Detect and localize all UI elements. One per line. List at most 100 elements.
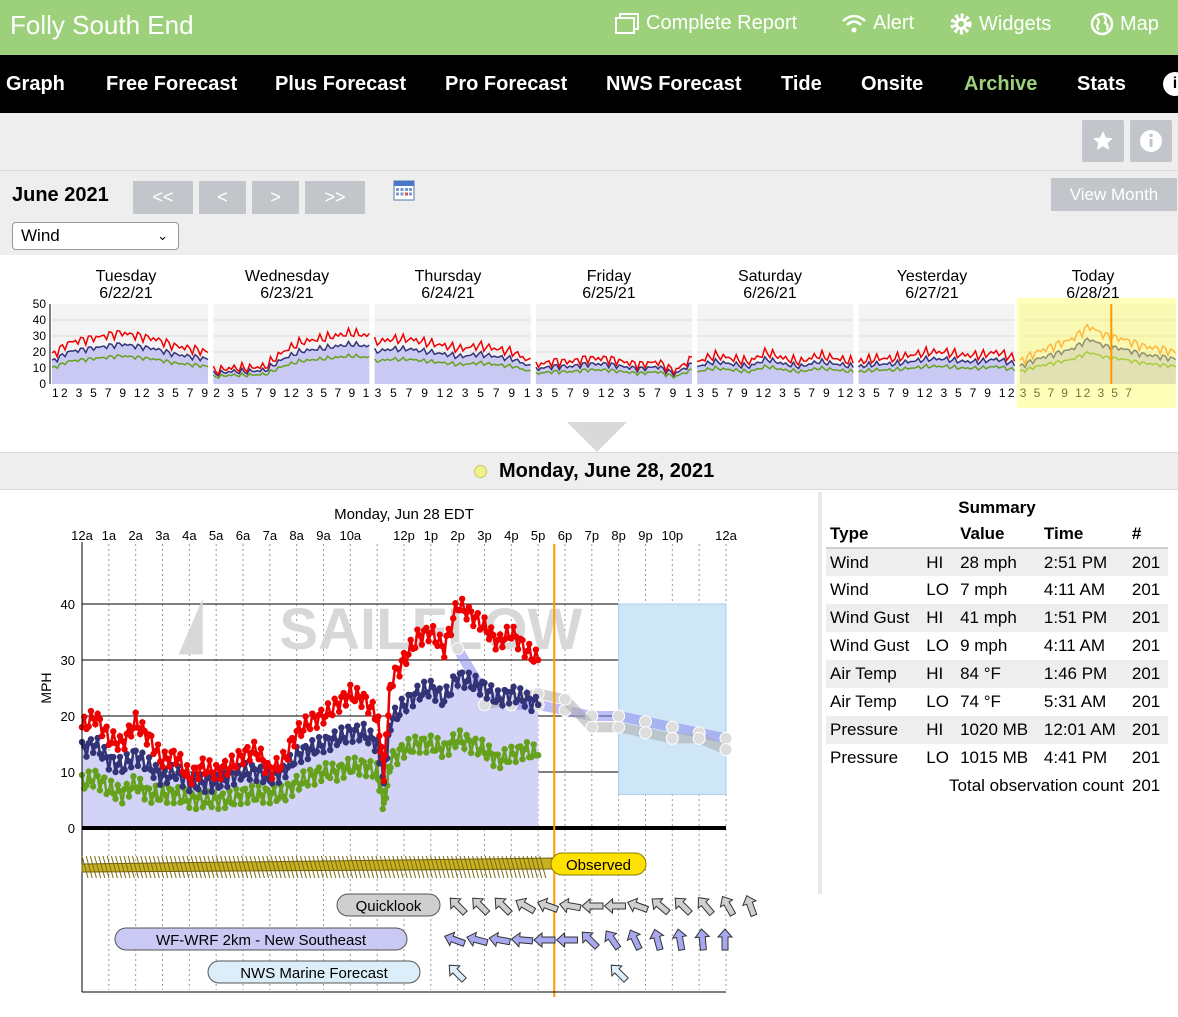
nav-free-forecast[interactable]: Free Forecast [106, 73, 237, 96]
observation-point [526, 640, 533, 648]
observation-point [148, 732, 155, 739]
alert-link[interactable]: Alert [841, 12, 914, 35]
observation-point [353, 684, 361, 692]
observation-point [420, 735, 428, 742]
observation-point [481, 679, 488, 687]
summary-type: Air Temp [826, 660, 923, 688]
observation-point [423, 749, 430, 756]
observation-point [150, 774, 157, 782]
observation-point [121, 746, 128, 753]
observation-point [273, 754, 280, 762]
observation-point [262, 769, 269, 777]
observation-point [496, 631, 504, 638]
observation-point [463, 678, 470, 685]
day-header[interactable]: Thursday 6/24/21 [368, 268, 528, 302]
day-header[interactable]: Wednesday 6/23/21 [207, 268, 367, 302]
summary-type: Wind Gust [830, 636, 910, 655]
summary-time: 4:11 AM [1043, 636, 1106, 655]
observation-point [87, 707, 95, 715]
x-tick-label: 2p [450, 528, 464, 543]
observation-point [217, 783, 224, 790]
observation-point [134, 724, 142, 731]
prev-month-button[interactable]: << [133, 181, 193, 214]
observation-point [311, 781, 318, 788]
x-tick-label: 10a [339, 528, 361, 543]
map-label: Map [1120, 12, 1159, 35]
summary-time: 4:41 PM [1043, 748, 1108, 767]
widgets-link[interactable]: Widgets [949, 12, 1051, 36]
observation-point [467, 749, 475, 757]
observation-point [230, 781, 238, 788]
calendar-icon[interactable] [393, 179, 415, 201]
strip-y-tick: 20 [33, 345, 47, 359]
col-value: Value [956, 521, 1040, 549]
forecast-point [612, 709, 626, 723]
complete-report-link[interactable]: Complete Report [614, 12, 797, 35]
observation-point [266, 799, 274, 807]
data-type-value: Wind [21, 226, 60, 245]
data-type-select[interactable]: Wind ⌄ [12, 222, 179, 250]
observation-point [130, 773, 137, 780]
day-header[interactable]: Friday 6/25/21 [529, 268, 689, 302]
observation-point [327, 774, 334, 782]
summary-panel: Summary Type Value Time # Wind HI 28 mph 2:… [826, 495, 1168, 800]
observation-point [452, 675, 459, 683]
day-header[interactable]: Tuesday 6/22/21 [46, 268, 206, 302]
forecast-point [612, 720, 626, 734]
summary-count: 201 [1127, 660, 1168, 688]
observation-point [510, 683, 517, 691]
info-button[interactable] [1130, 120, 1172, 162]
summary-count: 201 [1131, 580, 1161, 599]
observation-point [483, 754, 490, 762]
nav-tide[interactable]: Tide [781, 73, 822, 96]
observation-point [362, 693, 370, 701]
observation-point [512, 758, 520, 766]
widgets-label: Widgets [979, 12, 1052, 35]
nav-nws-forecast[interactable]: NWS Forecast [606, 73, 742, 96]
observation-point [239, 760, 247, 768]
nav-info-icon[interactable]: i [1163, 72, 1178, 96]
summary-time: 12:01 AM [1039, 716, 1128, 744]
observation-point [112, 795, 119, 802]
observation-point [324, 700, 332, 707]
x-tick-label: 3a [155, 528, 170, 543]
observation-point [89, 715, 97, 722]
map-link[interactable]: Map [1090, 12, 1159, 36]
favorite-button[interactable] [1082, 120, 1124, 162]
day-header[interactable]: Yesterday 6/27/21 [852, 268, 1012, 302]
prev-day-button[interactable]: < [199, 181, 246, 214]
observation-point [425, 637, 432, 645]
next-month-button[interactable]: >> [305, 181, 365, 214]
observation-point [152, 747, 159, 754]
nav-archive[interactable]: Archive [964, 73, 1037, 96]
chevron-down-icon: ⌄ [157, 228, 168, 243]
nav-stats[interactable]: Stats [1077, 73, 1126, 96]
toolbar-divider [0, 170, 1178, 171]
observation-point [351, 754, 359, 761]
nav-pro-forecast[interactable]: Pro Forecast [445, 73, 567, 96]
observation-point [235, 792, 242, 799]
view-month-button[interactable]: View Month [1051, 178, 1177, 211]
observation-point [423, 624, 430, 632]
day-header[interactable]: Saturday 6/26/21 [690, 268, 850, 302]
observation-point [125, 758, 133, 765]
observation-point [445, 751, 452, 758]
top-header: Folly South End Complete Report Alert Wi… [0, 0, 1178, 55]
summary-count: 201 [1131, 636, 1161, 655]
legend-label: Quicklook [356, 898, 422, 915]
nav-onsite[interactable]: Onsite [861, 73, 923, 96]
observation-point [195, 775, 202, 783]
next-day-button[interactable]: > [252, 181, 299, 214]
summary-value: 84 °F [956, 660, 1040, 688]
nav-graph[interactable]: Graph [6, 73, 65, 96]
summary-row: Air Temp HI 84 °F 1:46 PM 201 [826, 660, 1168, 688]
observation-point [208, 788, 215, 795]
site-title: Folly South End [10, 10, 194, 40]
y-tick-label: 10 [61, 765, 75, 780]
observation-point [318, 706, 325, 714]
day-header[interactable]: Today 6/28/21 [1013, 268, 1173, 302]
observation-point [224, 771, 231, 778]
observation-point [414, 682, 421, 690]
observation-point [114, 746, 121, 753]
nav-plus-forecast[interactable]: Plus Forecast [275, 73, 406, 96]
